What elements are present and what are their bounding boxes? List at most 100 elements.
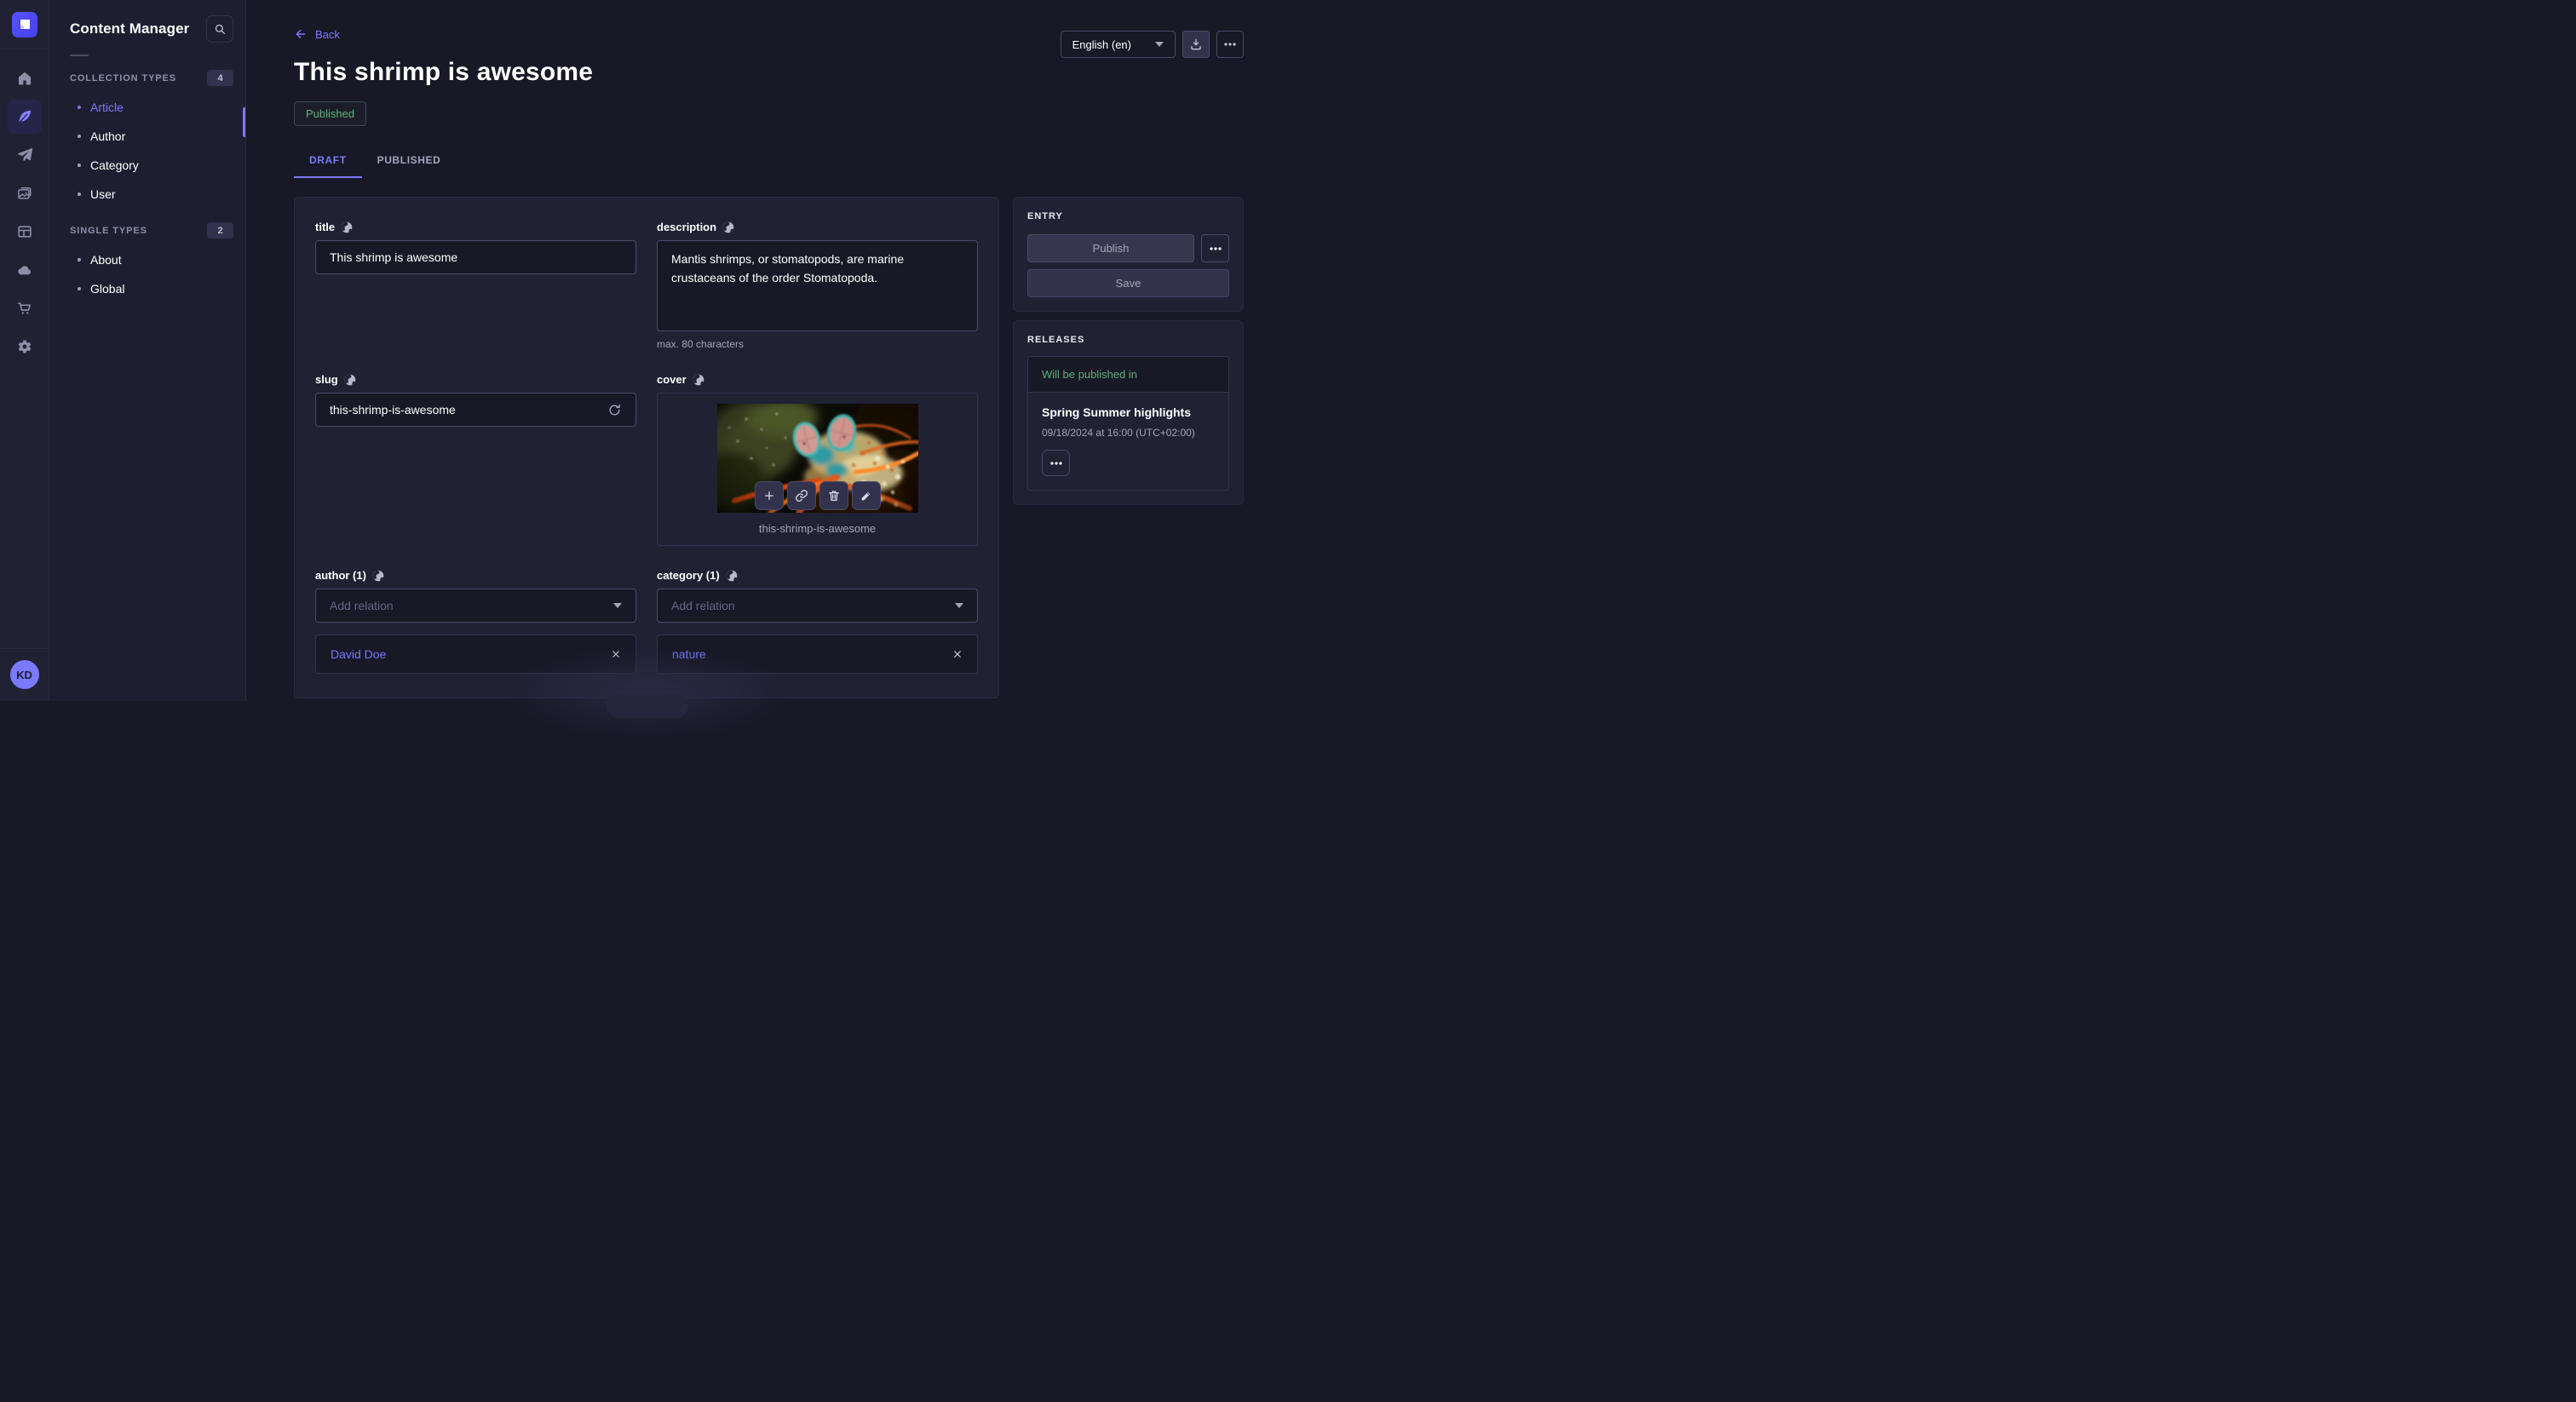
field-category: category (1) Add relation nature (657, 569, 978, 674)
chevron-down-icon (613, 603, 622, 608)
search-button[interactable] (206, 15, 233, 43)
locale-select[interactable]: English (en) (1061, 31, 1176, 58)
back-label: Back (315, 28, 340, 41)
sidebar-item-author[interactable]: Author (70, 122, 233, 151)
subnav-title: Content Manager (70, 20, 189, 37)
arrow-left-icon (294, 27, 308, 41)
nav-content-manager-feather-icon[interactable] (8, 100, 42, 134)
globe-i18n-icon (722, 221, 734, 233)
main-nav-rail: KD (0, 0, 49, 701)
tab-draft[interactable]: DRAFT (294, 143, 362, 178)
locale-label: English (en) (1072, 38, 1131, 51)
back-link[interactable]: Back (294, 27, 340, 41)
description-value: Mantis shrimps, or stomatopods, are mari… (671, 250, 963, 287)
scroll-pill-button[interactable] (607, 694, 688, 718)
plus-icon (762, 489, 776, 503)
slug-input[interactable]: this-shrimp-is-awesome (315, 393, 636, 427)
status-badge: Published (294, 101, 366, 126)
field-category-label: category (1) (657, 569, 720, 582)
count-badge: 2 (207, 222, 233, 238)
bullet-icon (78, 164, 81, 167)
category-placeholder: Add relation (671, 599, 735, 612)
sidebar-item-global[interactable]: Global (70, 274, 233, 303)
close-icon (611, 649, 621, 659)
nav-home-icon[interactable] (8, 61, 42, 95)
chevron-down-icon (1155, 42, 1164, 47)
release-more-button[interactable] (1042, 450, 1070, 476)
delete-asset-button[interactable] (819, 481, 848, 510)
download-button[interactable] (1182, 31, 1210, 58)
user-avatar[interactable]: KD (10, 660, 39, 689)
header-controls: English (en) (1061, 31, 1244, 58)
copy-link-button[interactable] (787, 481, 816, 510)
field-title-label: title (315, 221, 335, 233)
header-more-button[interactable] (1216, 31, 1244, 58)
title-input[interactable]: This shrimp is awesome (315, 240, 636, 274)
edit-asset-button[interactable] (852, 481, 881, 510)
link-icon (795, 489, 808, 503)
nav-media-library-icon[interactable] (8, 176, 42, 210)
count-badge: 4 (207, 70, 233, 86)
field-author-label: author (1) (315, 569, 366, 582)
field-slug-label: slug (315, 373, 338, 386)
release-datetime: 09/18/2024 at 16:00 (UTC+02:00) (1042, 427, 1215, 439)
cover-asset-box: this-shrimp-is-awesome (657, 393, 978, 546)
nav-settings-gear-icon[interactable] (8, 330, 42, 364)
category-relation-item: nature (657, 635, 978, 674)
sidebar-item-about[interactable]: About (70, 245, 233, 274)
bullet-icon (78, 135, 81, 138)
regenerate-slug-button[interactable] (607, 403, 622, 417)
more-dots-icon (1210, 247, 1222, 250)
sidebar-item-article[interactable]: Article (70, 93, 233, 122)
page-title: This shrimp is awesome (294, 58, 1244, 87)
author-relation-select[interactable]: Add relation (315, 589, 636, 623)
globe-i18n-icon (693, 374, 704, 386)
download-icon (1189, 37, 1203, 51)
section-single-types: SINGLE TYPES 2 About Global (49, 222, 245, 303)
nav-send-plane-icon[interactable] (8, 138, 42, 172)
releases-card: RELEASES Will be published in Spring Sum… (1013, 320, 1244, 505)
field-cover-label: cover (657, 373, 687, 386)
section-collection-types: COLLECTION TYPES 4 Article Author Catego… (49, 70, 245, 209)
entry-more-button[interactable] (1201, 234, 1229, 262)
rail-icons (8, 61, 42, 364)
add-asset-button[interactable] (755, 481, 784, 510)
entry-card-title: ENTRY (1027, 211, 1229, 221)
chevron-down-icon (955, 603, 963, 608)
sidebar-item-category[interactable]: Category (70, 151, 233, 180)
tab-published[interactable]: PUBLISHED (362, 143, 457, 178)
sidebar-item-user[interactable]: User (70, 180, 233, 209)
field-description: description Mantis shrimps, or stomatopo… (657, 221, 978, 350)
publish-button[interactable]: Publish (1027, 234, 1194, 262)
category-relation-select[interactable]: Add relation (657, 589, 978, 623)
bullet-icon (78, 106, 81, 109)
bullet-icon (78, 287, 81, 290)
title-value: This shrimp is awesome (330, 250, 457, 264)
pencil-icon (860, 489, 873, 503)
trash-icon (827, 489, 841, 503)
field-description-label: description (657, 221, 716, 233)
save-button[interactable]: Save (1027, 269, 1229, 297)
main-content: Back This shrimp is awesome Published En… (246, 0, 1288, 701)
field-slug: slug this-shrimp-is-awesome (315, 373, 636, 427)
remove-relation-button[interactable] (952, 649, 963, 659)
remove-relation-button[interactable] (611, 649, 621, 659)
subnav: Content Manager COLLECTION TYPES 4 Artic… (49, 0, 246, 701)
nav-marketplace-cart-icon[interactable] (8, 291, 42, 325)
sidebar-item-label: Global (90, 282, 124, 296)
slug-value: this-shrimp-is-awesome (330, 403, 456, 417)
release-status: Will be published in (1028, 357, 1228, 393)
relation-link[interactable]: nature (672, 647, 706, 661)
relation-link[interactable]: David Doe (331, 647, 386, 661)
strapi-logo[interactable] (12, 12, 37, 37)
nav-layout-icon[interactable] (8, 215, 42, 249)
field-title: title This shrimp is awesome (315, 221, 636, 274)
description-textarea[interactable]: Mantis shrimps, or stomatopods, are mari… (657, 240, 978, 331)
sidebar-item-label: Article (90, 101, 124, 114)
nav-cloud-icon[interactable] (8, 253, 42, 287)
field-cover: cover (657, 373, 978, 546)
sidebar-item-label: User (90, 187, 116, 201)
bullet-icon (78, 258, 81, 261)
release-name: Spring Summer highlights (1042, 405, 1215, 419)
more-dots-icon (1050, 462, 1062, 465)
